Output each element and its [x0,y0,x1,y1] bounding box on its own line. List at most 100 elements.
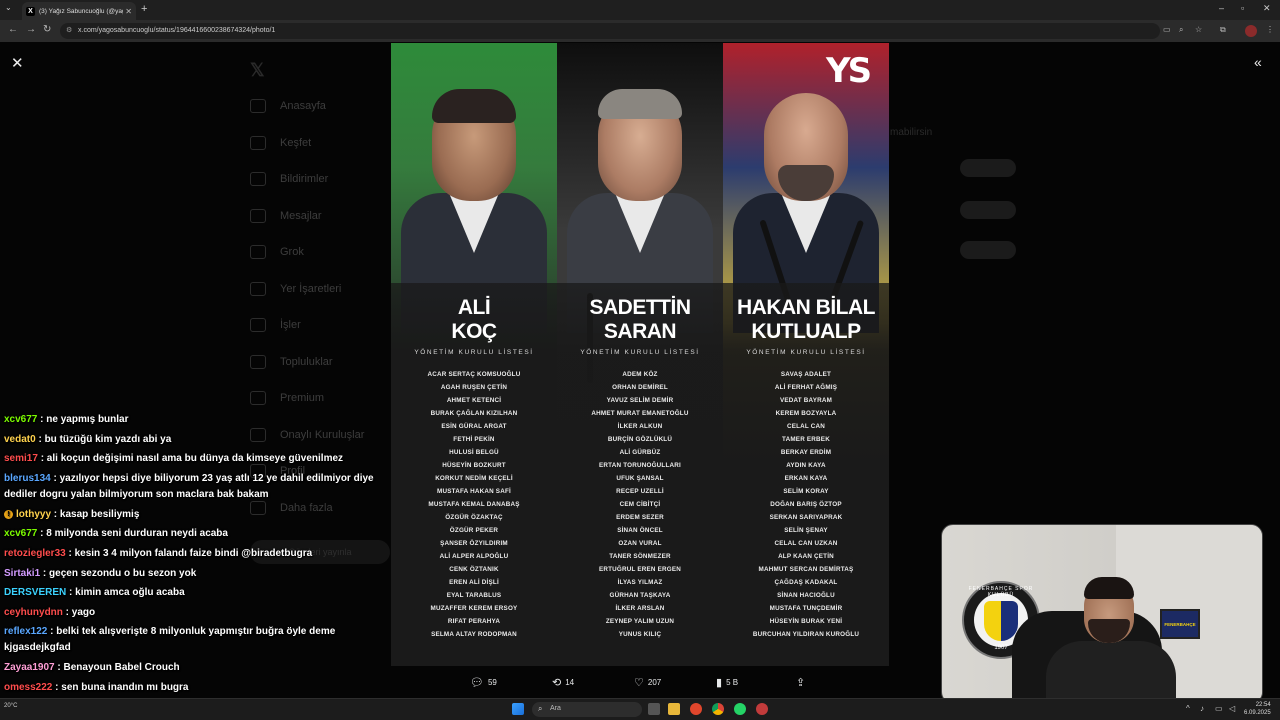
emblem-text: FENERBAHÇE SPOR KULÜBÜ [968,586,1034,598]
ghost-follow-pill [960,159,1016,177]
window-close-icon[interactable]: ✕ [1263,3,1271,14]
views-button[interactable]: ▮ 5 B [716,676,738,689]
member-name: ALİ FERHAT AĞMIŞ [774,384,838,391]
forward-arrow-icon[interactable]: → [26,24,36,35]
member-name: CELAL CAN [786,423,826,430]
weather-widget[interactable]: 20°C [4,703,17,709]
reload-icon[interactable]: ↻ [43,24,51,35]
chat-badge-icon: ! [4,509,13,519]
browser-tab-bar: ⌄ X (3) Yağız Sabuncuoğlu (@yagos ✕ + – … [0,0,1280,20]
zoom-icon[interactable]: ⌕ [1179,25,1183,35]
member-name: MAHMUT SERCAN DEMİRTAŞ [758,566,854,573]
ghost-nav-item: Anasayfa [250,88,400,125]
chat-username[interactable]: reflex122 [4,626,47,637]
chrome-icon[interactable] [712,703,724,715]
back-arrow-icon[interactable]: ← [8,24,18,35]
like-button[interactable]: ♡ 207 [634,676,661,689]
streamer-body [1046,641,1176,703]
views-count: 5 B [726,678,739,687]
member-name: OZAN VURAL [618,540,662,547]
whatsapp-icon[interactable] [734,703,746,715]
obs-app-icon[interactable] [756,703,768,715]
chat-message: Zayaa1907 : Benayoun Babel Crouch [0,658,400,678]
candidate-photo-head [598,89,682,201]
chat-username[interactable]: omess222 [4,682,52,693]
new-tab-plus-icon[interactable]: + [141,3,147,15]
network-icon[interactable]: ▭ [1215,704,1223,713]
tab-close-icon[interactable]: ✕ [125,7,132,16]
close-photo-icon[interactable]: ✕ [11,54,24,72]
address-bar-row: ← → ↻ ⚙ x.com/yagosabuncuoglu/status/196… [0,20,1280,42]
volume-icon[interactable]: ◁ [1229,704,1235,713]
chat-message: omess222 : sen buna inandın mı bugra [0,678,400,698]
chat-username[interactable]: Zayaa1907 [4,662,55,673]
tray-chevron-icon[interactable]: ^ [1186,704,1190,713]
candidate-name-line1: SADETTİN [589,296,692,319]
x-logo-icon: 𝕏 [250,59,265,80]
post-photo: ALİ KOÇ YÖNETİM KURULU LİSTESİ ACAR SERT… [391,43,889,666]
task-view-icon[interactable] [648,703,660,715]
chat-text: : bu tüzüğü kim yazdı abi ya [35,433,172,445]
chat-username[interactable]: retoziegler33 [4,548,66,559]
member-name: HULUSİ BELGÜ [449,449,499,456]
maximize-icon[interactable]: ▫ [1241,3,1244,13]
chat-username[interactable]: Sirtaki1 [4,568,40,579]
browser-menu-icon[interactable]: ⋮ [1266,25,1274,34]
url-field[interactable]: ⚙ x.com/yagosabuncuoglu/status/196441660… [60,23,1160,39]
brave-browser-icon[interactable] [690,703,702,715]
chat-username[interactable]: xcv677 [4,528,37,539]
bookmark-star-icon[interactable]: ☆ [1195,25,1202,34]
taskbar-search[interactable]: ⌕ Ara [532,702,642,717]
minimize-icon[interactable]: – [1219,3,1224,13]
member-list: SAVAŞ ADALET ALİ FERHAT AĞMIŞ VEDAT BAYRAM… [723,368,889,641]
tab-list-chevron-icon[interactable]: ⌄ [5,3,12,12]
member-name: VEDAT BAYRAM [779,397,833,404]
site-info-icon[interactable]: ⚙ [66,26,72,34]
cast-icon[interactable]: ▭ [1163,25,1171,34]
extensions-icon[interactable]: ⧉ [1220,25,1226,35]
ghost-nav-item: Keşfet [250,125,400,162]
member-name: ERTUĞRUL EREN ERGEN [598,566,682,573]
candidate-name-line2: KUTLUALP [751,320,861,343]
chat-username[interactable]: xcv677 [4,414,37,425]
member-name: ERKAN KAYA [784,475,828,482]
search-icon: ⌕ [538,704,543,713]
ghost-nav-item: Mesajlar [250,198,400,235]
member-name: GÜRHAN TAŞKAYA [609,592,671,599]
member-name: ORHAN DEMİREL [612,384,668,391]
member-name: ERDEM SEZER [616,514,664,521]
chat-text: : Benayoun Babel Crouch [54,662,180,674]
taskbar-clock[interactable]: 22:54 6.09.2025 [1244,701,1271,717]
member-name: İLKER ARSLAN [615,605,665,612]
repost-button[interactable]: ⟲ 14 [552,676,574,689]
chat-username[interactable]: blerus134 [4,473,51,484]
member-name: SERKAN SARIYAPRAK [769,514,843,521]
share-upload-icon: ⇪ [796,677,806,689]
like-count: 207 [647,678,662,687]
candidate-list-subtitle: YÖNETİM KURULU LİSTESİ [746,349,866,356]
mic-tray-icon[interactable]: ♪ [1200,704,1204,713]
chat-text: : ne yapmış bunlar [37,414,129,425]
reply-count: 59 [487,678,497,687]
chat-username[interactable]: DERSVEREN [4,587,66,598]
member-name: BURCUHAN YILDIRAN KUROĞLU [752,631,860,638]
browser-tab-active[interactable]: X (3) Yağız Sabuncuoğlu (@yagos ✕ [22,2,136,20]
wall-frame: FENERBAHÇE [1160,609,1200,639]
candidate-name-line1: HAKAN BİLAL [737,296,875,319]
chat-username[interactable]: vedat0 [4,434,36,445]
chat-username[interactable]: lothyyy [16,509,51,520]
windows-start-icon[interactable] [512,703,524,715]
member-list: ACAR SERTAÇ KOMSUOĞLU AGAH RUŞEN ÇETİN AHM… [391,368,557,641]
member-name: ACAR SERTAÇ KOMSUOĞLU [427,371,521,378]
member-name: SELİM KORAY [783,488,829,495]
profile-avatar[interactable] [1245,25,1257,37]
member-name: İLYAS YILMAZ [617,579,663,586]
taskbar-search-placeholder: Ara [550,705,561,712]
chat-username[interactable]: ceyhunydnn [4,607,63,618]
file-explorer-icon[interactable] [668,703,680,715]
expand-panel-icon[interactable]: « [1254,54,1262,70]
chat-username[interactable]: semi17 [4,453,38,464]
reply-button[interactable]: 💬︎ 59 [470,676,497,689]
share-button[interactable]: ⇪ [796,676,809,689]
member-name: CELAL CAN UZKAN [774,540,838,547]
